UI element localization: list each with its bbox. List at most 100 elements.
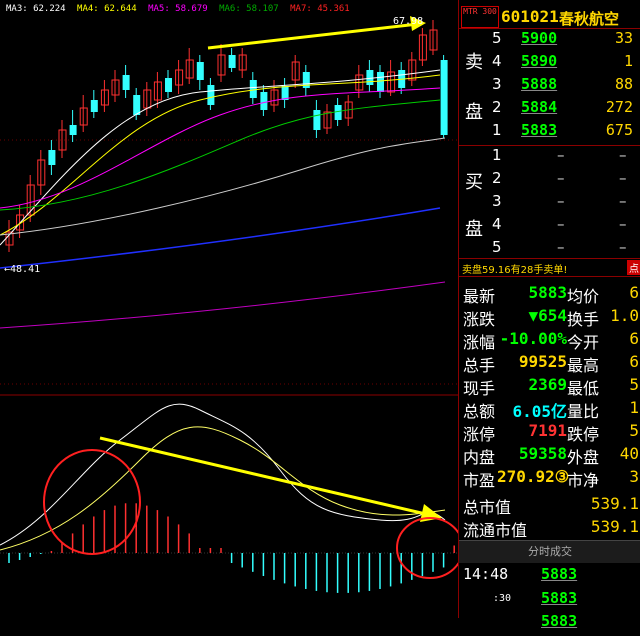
quote-v2: 6 [629,329,639,348]
quote-v: 2369 [528,375,567,394]
sell-row-5[interactable]: 5 5900 33 [459,29,640,51]
candle-body [334,105,342,120]
quote-l2: 今开 [567,333,600,352]
candle-body [313,110,321,130]
quote-row: 总额 6.05亿 量比 1 [459,398,640,421]
quote-row: 最新 5883 均价 6 [459,283,640,306]
dea-line [0,426,446,551]
candle-body [133,95,141,115]
quote-v2: 5 [629,421,639,440]
stock-header: MTR 300 601021 春秋航空 [459,3,640,28]
price-low-label: ←48.41 [4,264,41,275]
quote-v2: 40 [619,444,639,463]
quote-l: 涨停 [463,425,496,444]
quote-v: 6.05亿 [512,402,567,421]
ma3-label: MA3: 62.224 [6,4,66,14]
quote-v: 59358 [518,444,567,463]
quote-v: 99525 [518,352,567,371]
quote-l2: 均价 [567,287,600,306]
quote-l: 涨幅 [463,333,496,352]
stock-code: 601021 [501,7,559,26]
quote-l: 总额 [463,402,496,421]
quote-v2: 3 [629,467,639,486]
stock-name: 春秋航空 [559,10,620,28]
annotation-circle [396,517,458,579]
candle-body [207,85,215,105]
tab-tick-trades[interactable]: 分时成交 [459,540,640,563]
tick-row: 5883 [541,612,578,630]
quote-l2: 市净 [567,471,600,490]
quote-l: 最新 [463,287,496,306]
sell-row-2[interactable]: 2 5884 272 [459,98,640,120]
quote-v: 270.92③ [497,467,570,486]
quote-l: 现手 [463,379,496,398]
quote-v2: 6 [629,283,639,302]
float-market-cap-row: 流通市值 539.1 [463,517,639,540]
candle-body [48,150,56,165]
ma-line [0,137,446,236]
quote-l: 总手 [463,356,496,375]
dif-line [0,403,446,546]
sell-order-alert: 卖盘59.16有28手卖单! [462,265,568,276]
kline-chart[interactable] [0,0,458,618]
quote-l: 涨跌 [463,310,496,329]
quote-v2: 1.0 [610,306,639,325]
ma7-label: MA7: 45.361 [290,4,350,14]
ma4-label: MA4: 62.644 [77,4,137,14]
candle-body [69,125,77,135]
quote-v: -10.00% [499,329,567,348]
quote-v2: 6 [629,352,639,371]
divergence-arrow [99,436,431,517]
kline-chart-area[interactable]: MA3: 62.224 MA4: 62.644 MA5: 58.679 MA6:… [0,0,458,618]
sell-row-4[interactable]: 4 5890 1 [459,52,640,74]
buy-row-3[interactable]: 3 – – [459,192,640,214]
quote-panel: MTR 300 601021 春秋航空 卖 盘 5 5900 33 4 5890… [458,0,640,630]
quote-row: 总手 99525 最高 6 [459,352,640,375]
quote-l2: 最高 [567,356,600,375]
candle-body [249,80,257,98]
quote-v2: 5 [629,375,639,394]
total-market-cap-row: 总市值 539.1 [463,494,639,517]
quote-l: 内盘 [463,448,496,467]
quote-v: 7191 [528,421,567,440]
quote-l2: 外盘 [567,448,600,467]
trend-arrow [207,22,419,50]
buy-row-2[interactable]: 2 – – [459,169,640,191]
ma-line [0,99,441,211]
candle-body [377,72,384,92]
quote-row: 涨停 7191 跌停 5 [459,421,640,444]
candle-body [196,62,204,80]
quote-l2: 最低 [567,379,600,398]
ma5-label: MA5: 58.679 [148,4,208,14]
tick-row: :30 5883 [493,589,578,607]
buy-row-4[interactable]: 4 – – [459,215,640,237]
candle-body [440,60,448,135]
candle-body [228,55,236,68]
price-high-label: 67.98 [393,16,424,27]
sell-row-1[interactable]: 1 5883 675 [459,121,640,143]
quote-l: 市盈 [463,471,496,490]
ma-line [0,207,441,269]
alert-button[interactable]: 点 [627,260,640,275]
ma6-label: MA6: 58.107 [219,4,279,14]
ma-line [0,74,441,236]
candle-body [165,78,172,92]
tick-row: 14:48 5883 [463,565,578,583]
quote-row: 涨幅 -10.00% 今开 6 [459,329,640,352]
ma-legend: MA3: 62.224 MA4: 62.644 MA5: 58.679 MA6:… [6,4,356,14]
candle-body [260,92,268,110]
quote-row: 市盈 270.92③ 市净 3 [459,467,640,490]
quote-l2: 换手 [567,310,600,329]
candle-body [122,75,130,90]
quote-l2: 量比 [567,402,600,421]
candle-body [90,100,98,112]
quote-row: 现手 2369 最低 5 [459,375,640,398]
buy-row-1[interactable]: 1 – – [459,146,640,168]
exchange-logo: MTR 300 [461,6,499,28]
sell-row-3[interactable]: 3 5888 88 [459,75,640,97]
quote-row: 内盘 59358 外盘 40 [459,444,640,467]
quote-v: ▼654 [528,306,567,325]
quote-l2: 跌停 [567,425,600,444]
quote-row: 涨跌 ▼654 换手 1.0 [459,306,640,329]
buy-row-5[interactable]: 5 – – [459,238,640,260]
